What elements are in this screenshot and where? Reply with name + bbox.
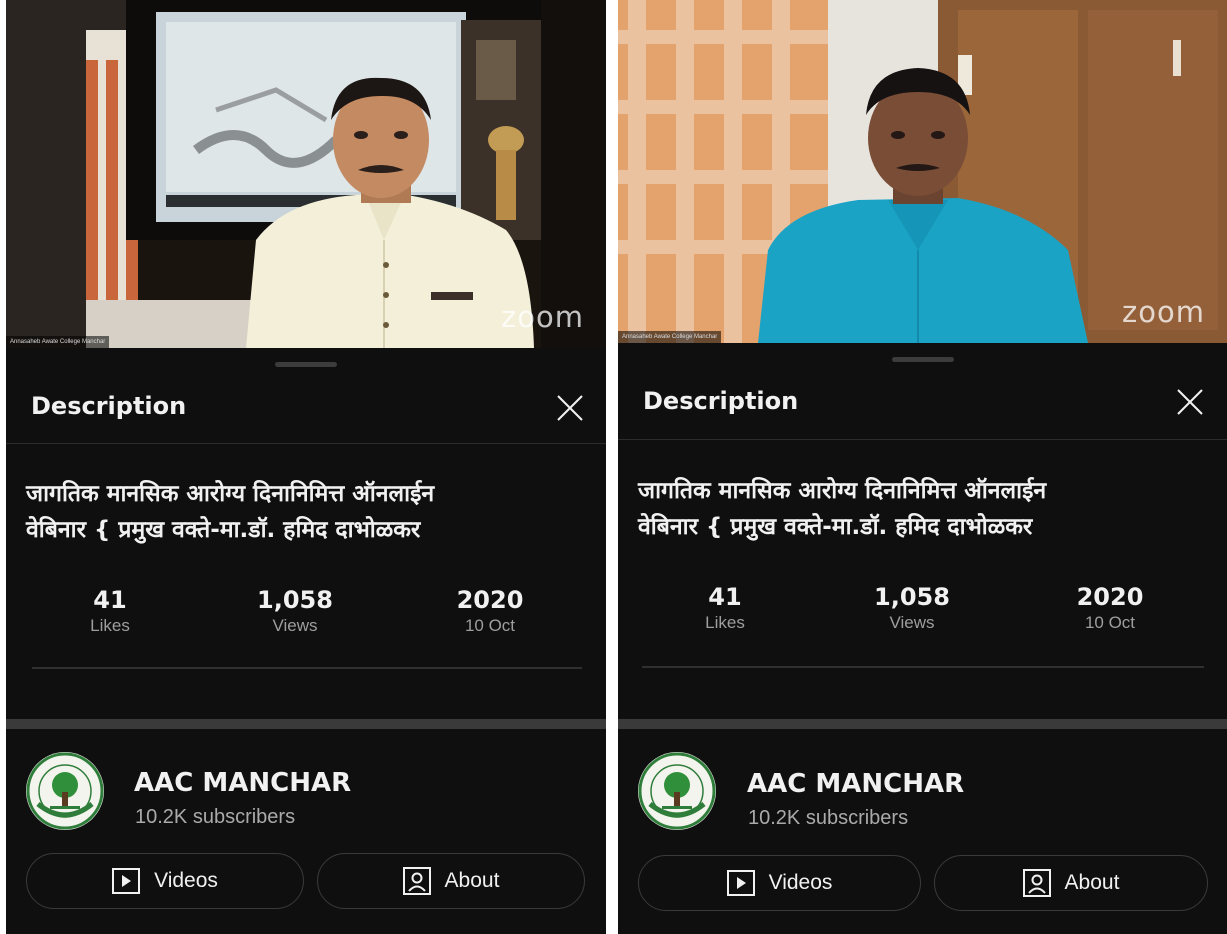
video-title: जागतिक मानसिक आरोग्य दिनानिमित्त ऑनलाईन …	[638, 473, 1209, 545]
subscriber-count: 10.2K subscribers	[748, 807, 909, 829]
about-button[interactable]: About	[934, 855, 1208, 911]
video-player-left[interactable]: zoom Annasaheb Awate College Manchar	[6, 0, 606, 348]
participant-caption: Annasaheb Awate College Manchar	[618, 331, 722, 343]
tree-logo-icon	[638, 752, 716, 830]
channel-name[interactable]: AAC MANCHAR	[134, 768, 351, 798]
publish-year: 2020	[1076, 583, 1144, 611]
likes-label: Likes	[705, 613, 745, 632]
sheet-title: Description	[643, 387, 799, 415]
close-icon[interactable]	[554, 392, 586, 424]
video-title: जागतिक मानसिक आरोग्य दिनानिमित्त ऑनलाईन …	[26, 476, 588, 548]
description-panel-left: zoom Annasaheb Awate College Manchar Des…	[6, 0, 606, 934]
description-panel-right: zoom Annasaheb Awate College Manchar Des…	[618, 0, 1227, 934]
drag-handle[interactable]	[275, 362, 337, 367]
tree-logo-icon	[26, 752, 104, 830]
divider	[642, 666, 1204, 668]
video-title-line1: जागतिक मानसिक आरोग्य दिनानिमित्त ऑनलाईन	[26, 481, 435, 507]
video-title-line1: जागतिक मानसिक आरोग्य दिनानिमित्त ऑनलाईन	[638, 478, 1047, 504]
likes-count: 41	[93, 586, 127, 614]
divider	[618, 439, 1227, 440]
close-icon[interactable]	[1174, 386, 1206, 418]
section-separator	[618, 719, 1227, 729]
publish-date: 10 Oct	[1084, 613, 1136, 632]
channel-avatar[interactable]	[638, 752, 716, 830]
views-count: 1,058	[257, 586, 333, 614]
divider	[6, 443, 606, 444]
views-label: Views	[889, 613, 935, 632]
views-count: 1,058	[874, 583, 950, 611]
sheet-title: Description	[31, 392, 187, 420]
views-label: Views	[272, 616, 318, 635]
stat-date: 2020 10 Oct	[420, 586, 560, 636]
stat-likes: 41 Likes	[655, 583, 795, 633]
section-separator	[6, 719, 606, 729]
stat-views: 1,058 Views	[842, 583, 982, 633]
drag-handle[interactable]	[891, 357, 954, 362]
channel-avatar[interactable]	[26, 752, 104, 830]
zoom-watermark: zoom	[1122, 295, 1205, 329]
play-icon	[726, 870, 755, 896]
videos-label: Videos	[154, 869, 218, 892]
subscriber-count: 10.2K subscribers	[135, 806, 296, 828]
about-button[interactable]: About	[317, 853, 585, 909]
publish-date: 10 Oct	[464, 616, 516, 635]
video-title-line2: वेबिनार { प्रमुख वक्ते-मा.डॉ. हमिद दाभोळ…	[26, 517, 421, 543]
publish-year: 2020	[456, 586, 524, 614]
channel-name[interactable]: AAC MANCHAR	[747, 769, 964, 799]
stat-likes: 41 Likes	[40, 586, 180, 636]
stat-date: 2020 10 Oct	[1040, 583, 1180, 633]
video-player-right[interactable]: zoom Annasaheb Awate College Manchar	[618, 0, 1227, 343]
videos-button[interactable]: Videos	[26, 853, 304, 909]
video-frame-left	[6, 0, 606, 348]
video-title-line2: वेबिनार { प्रमुख वक्ते-मा.डॉ. हमिद दाभोळ…	[638, 514, 1033, 540]
play-icon	[112, 868, 141, 894]
person-icon	[402, 867, 431, 895]
video-frame-right	[618, 0, 1227, 343]
divider	[32, 667, 582, 669]
videos-label: Videos	[768, 871, 833, 894]
about-label: About	[1064, 871, 1120, 894]
participant-caption: Annasaheb Awate College Manchar	[6, 336, 110, 348]
stat-views: 1,058 Views	[225, 586, 365, 636]
zoom-watermark: zoom	[501, 300, 584, 334]
videos-button[interactable]: Videos	[638, 855, 921, 911]
likes-count: 41	[708, 583, 742, 611]
person-icon	[1022, 869, 1051, 897]
about-label: About	[444, 869, 500, 892]
likes-label: Likes	[90, 616, 130, 635]
